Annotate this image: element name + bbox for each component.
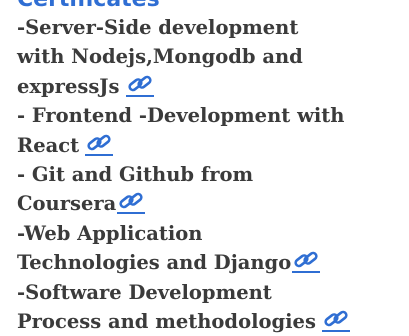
chain-link-icon xyxy=(85,132,113,154)
certificate-link-django[interactable] xyxy=(292,249,321,274)
certificate-line: Coursera xyxy=(17,192,117,216)
certificate-line: with Nodejs,Mongodb and xyxy=(17,45,303,69)
certificate-line: -Server-Side development xyxy=(17,16,299,39)
certificate-item-software-process: -Software Development Process and method… xyxy=(17,278,409,336)
certificates-section: Certificates -Server-Side development wi… xyxy=(17,0,409,336)
certificate-link-software-process[interactable] xyxy=(321,308,350,333)
certificate-line: -Software Development xyxy=(17,280,272,304)
certificate-item-django: -Web Application Technologies and Django xyxy=(17,219,409,278)
certificates-list: -Server-Side development with Nodejs,Mon… xyxy=(17,13,409,336)
chain-link-icon xyxy=(292,249,320,271)
certificate-line: React xyxy=(17,133,80,157)
chain-link-icon xyxy=(322,308,350,330)
certificate-line: -Web Application xyxy=(17,221,203,245)
certificate-item-react: - Frontend -Development with React xyxy=(17,101,409,160)
certificate-line: Process and methodologies xyxy=(17,310,316,334)
certificate-item-nodejs: -Server-Side development with Nodejs,Mon… xyxy=(17,13,409,101)
certificate-link-nodejs[interactable] xyxy=(125,73,154,97)
certificate-line: - Frontend -Development with xyxy=(17,104,345,128)
chain-link-icon xyxy=(126,73,154,95)
certificate-item-git: - Git and Github from Coursera xyxy=(17,160,409,219)
certificate-line: expressJs xyxy=(17,74,120,98)
certificate-link-git[interactable] xyxy=(117,190,146,215)
certificate-line: Technologies and Django xyxy=(17,251,292,275)
certificate-line: - Git and Github from xyxy=(17,163,254,187)
certificates-heading: Certificates xyxy=(17,0,409,13)
chain-link-icon xyxy=(117,190,145,212)
certificate-link-react[interactable] xyxy=(85,132,114,156)
